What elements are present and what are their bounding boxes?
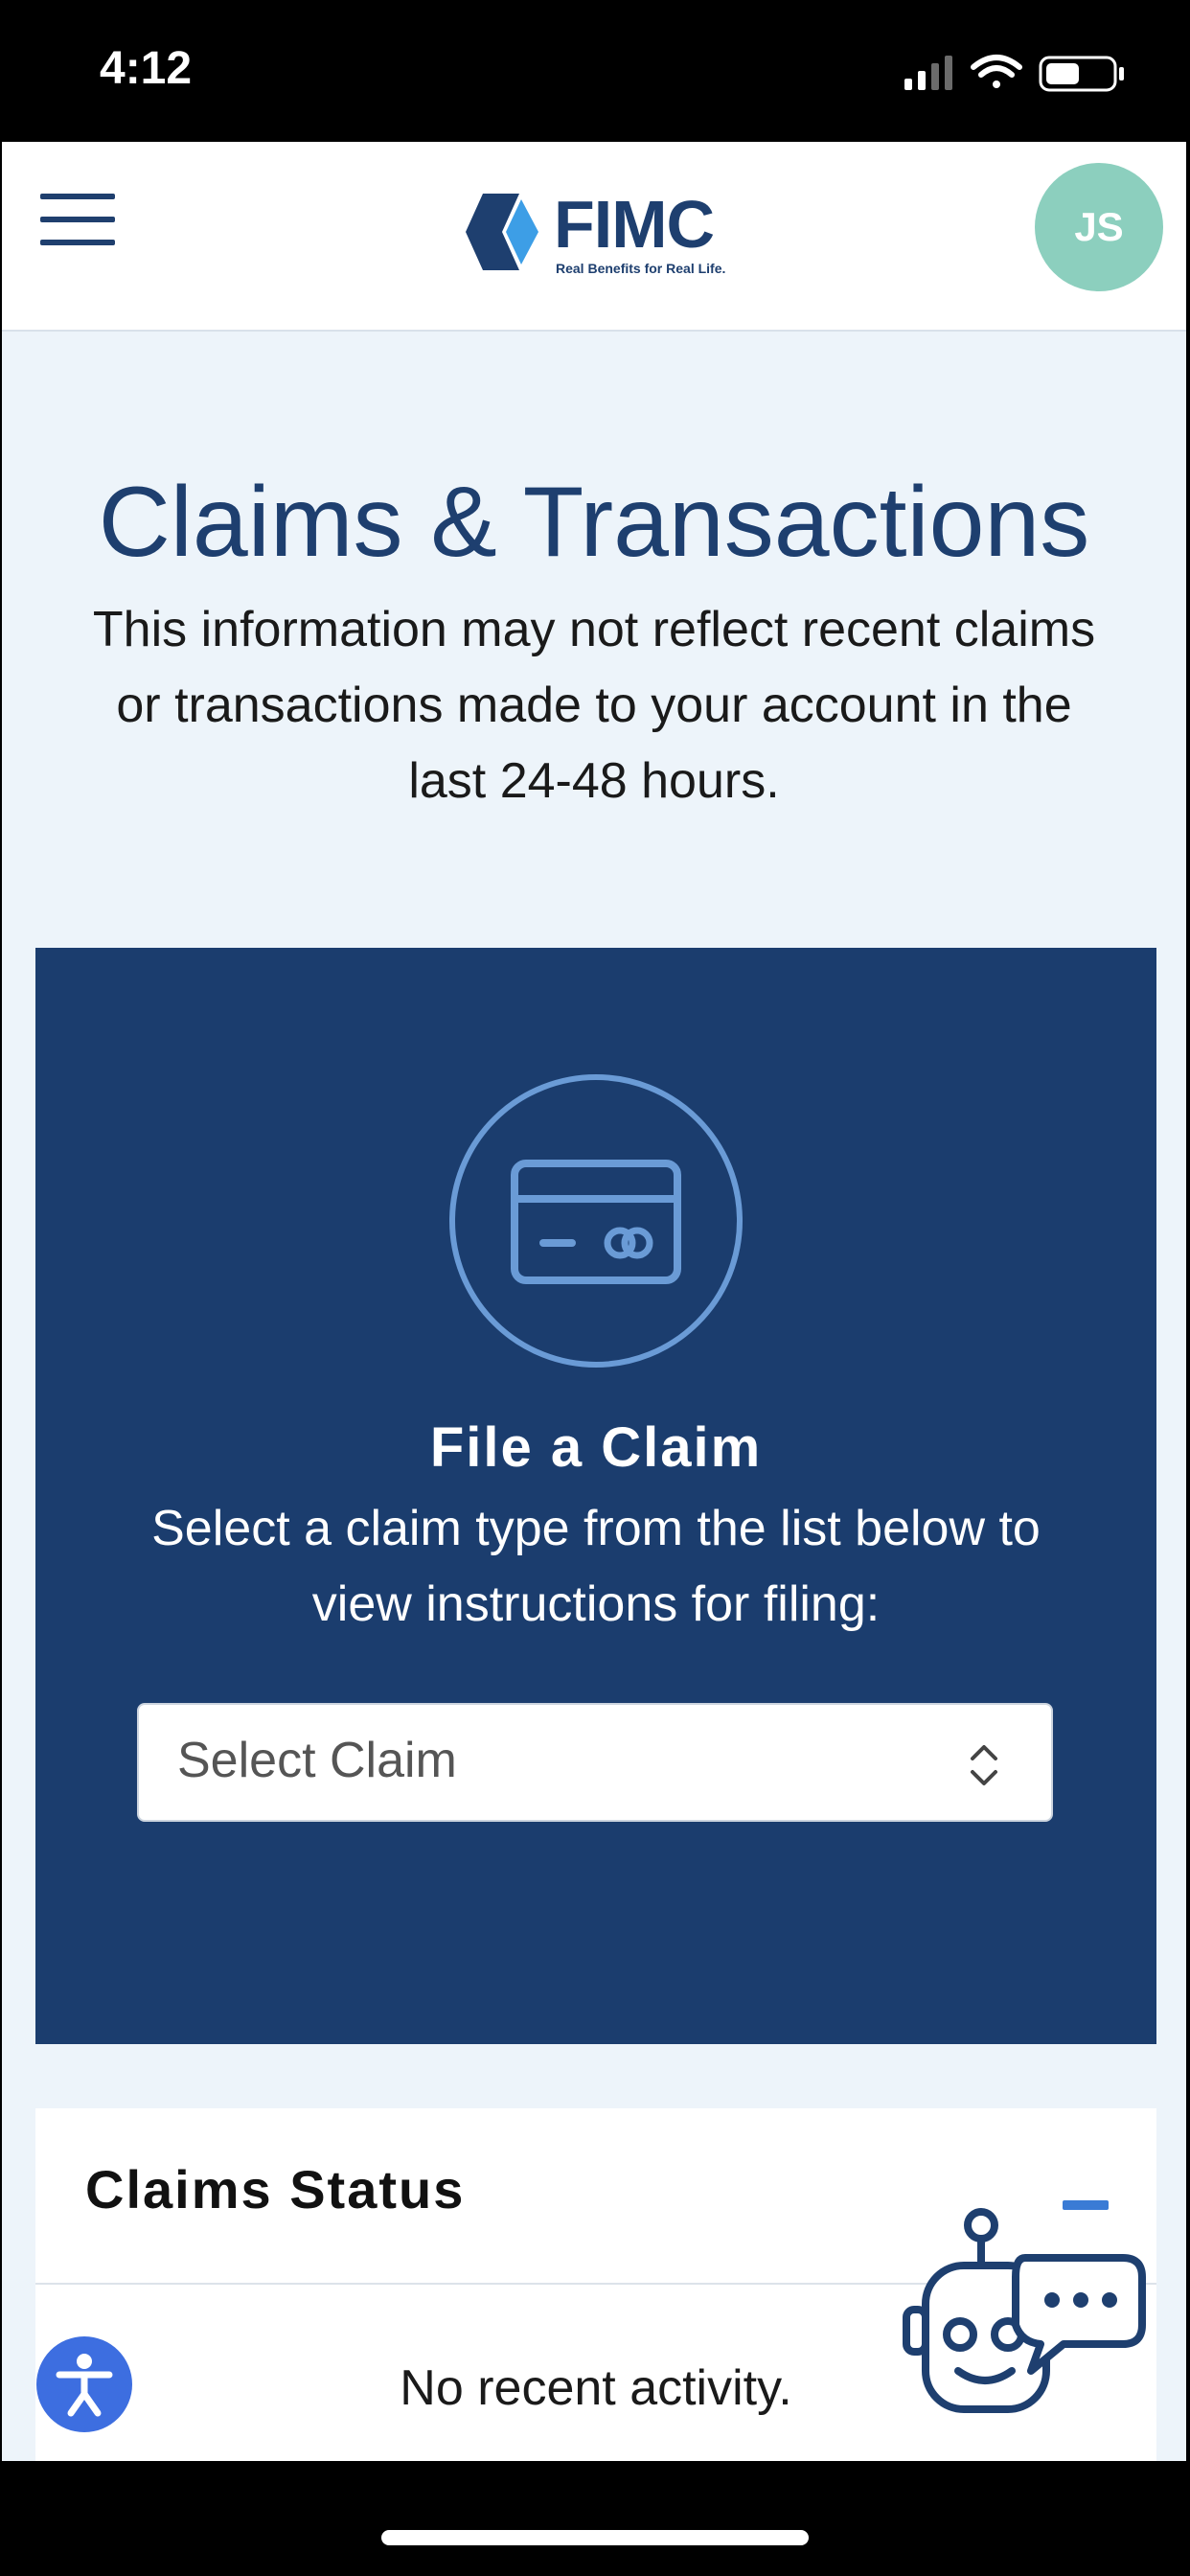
claims-status-title: Claims Status [85, 2159, 466, 2220]
avatar-initials: JS [1074, 204, 1124, 249]
app-header: FIMC Real Benefits for Real Life. JS [2, 142, 1186, 332]
battery-icon [1039, 56, 1124, 92]
chatbot-robot-icon [903, 2208, 1146, 2413]
logo-text: FIMC [554, 187, 715, 262]
file-claim-title: File a Claim [429, 1416, 763, 1479]
file-claim-card: File a Claim Select a claim type from th… [35, 948, 1156, 2044]
file-claim-description: Select a claim type from the list below … [151, 1501, 1041, 1632]
cellular-signal-icon [904, 56, 952, 90]
avatar[interactable]: JS [1035, 163, 1163, 291]
credit-card-icon [449, 1074, 743, 1368]
accessibility-person-icon [56, 2354, 113, 2417]
select-claim-dropdown[interactable]: Select Claim [137, 1703, 1053, 1822]
chatbot-button[interactable] [901, 2202, 1152, 2423]
status-bar: 4:12 [0, 0, 1190, 142]
page-title: Claims & Transactions [98, 467, 1090, 578]
home-indicator[interactable] [381, 2530, 809, 2545]
select-claim-value: Select Claim [177, 1733, 457, 1788]
logo-diamond-icon [466, 194, 538, 270]
page-subtitle: This information may not reflect recent … [92, 602, 1096, 809]
logo-tagline: Real Benefits for Real Life. [556, 261, 726, 276]
wifi-icon [971, 55, 1022, 88]
status-icons [904, 55, 1124, 92]
chevron-up-down-icon [971, 1745, 997, 1785]
accessibility-button[interactable] [36, 2336, 132, 2432]
status-time: 4:12 [100, 43, 193, 94]
fimc-logo[interactable]: FIMC Real Benefits for Real Life. [462, 184, 740, 280]
hamburger-menu-button[interactable] [40, 192, 117, 249]
app-screen: FIMC Real Benefits for Real Life. JS Cla… [2, 142, 1186, 2461]
